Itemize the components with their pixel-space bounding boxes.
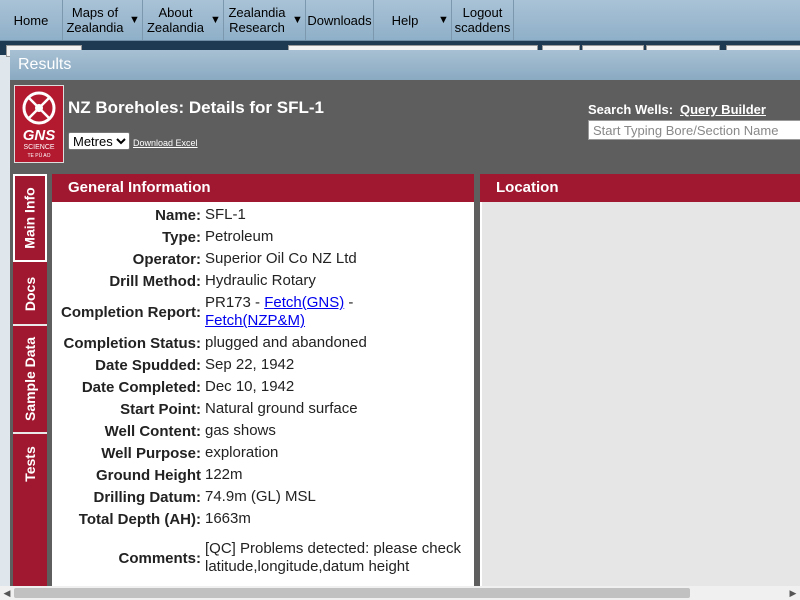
general-information-heading: General Information (52, 174, 474, 202)
tab-docs-label: Docs (22, 276, 39, 312)
row-value: Petroleum (205, 228, 274, 245)
row-key: Well Purpose: (101, 444, 201, 462)
vertical-tabs: Main Info Docs Sample Data Tests (13, 174, 47, 590)
info-row-total-depth: Total Depth (AH): 1663m (52, 508, 472, 530)
location-heading: Location (480, 174, 800, 202)
tab-sample-data[interactable]: Sample Data (13, 326, 47, 432)
tab-tests-label: Tests (22, 446, 39, 482)
row-key: Comments: (118, 549, 201, 567)
row-key: Type: (162, 228, 201, 246)
row-key: Operator: (132, 250, 201, 268)
nav-research-dropdown-icon[interactable]: ▼ (290, 0, 306, 40)
row-value: [QC] Problems detected: please check lat… (205, 540, 461, 575)
info-row-date-completed: Date Completed: Dec 10, 1942 (52, 376, 472, 398)
row-key: Drilling Datum: (93, 488, 202, 506)
nav-about-zealandia[interactable]: About Zealandia (143, 0, 208, 40)
nav-maps-dropdown-icon[interactable]: ▼ (127, 0, 143, 40)
nav-logout[interactable]: Logout scaddens (452, 0, 514, 40)
scroll-left-icon[interactable]: ◀ (0, 586, 14, 600)
fetch-gns-link[interactable]: Fetch(GNS) (264, 294, 344, 311)
tab-main-info[interactable]: Main Info (13, 174, 47, 262)
row-value: Superior Oil Co NZ Ltd (205, 250, 357, 267)
results-title: Results (10, 50, 800, 80)
row-key: Ground Height (96, 466, 201, 484)
units-select[interactable]: Metres (68, 132, 130, 150)
row-key: Total Depth (AH): (78, 510, 201, 528)
page-title: NZ Boreholes: Details for SFL-1 (68, 98, 324, 117)
location-map-area[interactable] (482, 202, 800, 590)
query-builder-link[interactable]: Query Builder (680, 102, 766, 117)
report-number: PR173 - (205, 294, 261, 311)
tab-docs[interactable]: Docs (13, 264, 47, 324)
results-header: GNS SCIENCE TE PŪ AO NZ Boreholes: Detai… (10, 80, 800, 168)
nav-home[interactable]: Home (0, 0, 63, 40)
search-wells-input[interactable] (588, 120, 800, 140)
link-separator: - (344, 294, 354, 311)
row-value: 1663m (205, 510, 251, 527)
fetch-nzpm-link[interactable]: Fetch(NZP&M) (205, 312, 305, 329)
info-row-operator: Operator: Superior Oil Co NZ Ltd (52, 248, 472, 270)
info-row-comments: Comments: [QC] Problems detected: please … (52, 530, 472, 586)
row-value: SFL-1 (205, 206, 246, 223)
row-key: Start Point: (120, 400, 201, 418)
info-row-date-spudded: Date Spudded: Sep 22, 1942 (52, 354, 472, 376)
scroll-right-icon[interactable]: ▶ (786, 586, 800, 600)
nav-maps-of-zealandia[interactable]: Maps of Zealandia (63, 0, 127, 40)
row-value: Natural ground surface (205, 400, 358, 417)
results-window: Results GNS SCIENCE TE PŪ AO NZ Borehole… (10, 50, 800, 590)
logo-sub: SCIENCE (23, 144, 54, 151)
row-value: 122m (205, 466, 243, 483)
row-key: Completion Report: (61, 303, 201, 321)
row-value: plugged and abandoned (205, 334, 367, 351)
logo-tag: TE PŪ AO (27, 152, 50, 159)
row-value: Hydraulic Rotary (205, 272, 316, 289)
info-row-drill-method: Drill Method: Hydraulic Rotary (52, 270, 472, 292)
row-value: PR173 - Fetch(GNS) - Fetch(NZP&M) (205, 294, 472, 330)
logo-text: GNS (23, 127, 56, 144)
scrollbar-thumb[interactable] (14, 588, 690, 598)
row-value: Sep 22, 1942 (205, 356, 295, 373)
location-panel: Location (480, 174, 800, 590)
row-value: gas shows (205, 422, 276, 439)
row-value: 74.9m (GL) MSL (205, 488, 316, 505)
info-row-completion-report: Completion Report: PR173 - Fetch(GNS) - … (52, 292, 472, 332)
row-key: Name: (155, 206, 201, 224)
horizontal-scrollbar[interactable]: ◀ ▶ (0, 586, 800, 600)
general-information-panel: General Information Name: SFL-1 Type: Petr… (52, 174, 474, 590)
info-row-well-content: Well Content: gas shows (52, 420, 472, 442)
row-value: exploration (205, 444, 279, 461)
row-key: Date Completed: (81, 378, 201, 396)
info-row-type: Type: Petroleum (52, 226, 472, 248)
download-excel-link[interactable]: Download Excel (133, 138, 198, 148)
info-row-name: Name: SFL-1 (52, 204, 472, 226)
info-row-well-purpose: Well Purpose: exploration (52, 442, 472, 464)
row-key: Well Content: (104, 422, 201, 440)
gns-logo: GNS SCIENCE TE PŪ AO (14, 85, 64, 163)
nav-help[interactable]: Help (374, 0, 436, 40)
tab-sample-data-label: Sample Data (22, 336, 39, 422)
info-row-drilling-datum: Drilling Datum: 74.9m (GL) MSL (52, 486, 472, 508)
nav-help-dropdown-icon[interactable]: ▼ (436, 0, 452, 40)
row-value: Dec 10, 1942 (205, 378, 295, 395)
nav-zealandia-research[interactable]: Zealandia Research (224, 0, 290, 40)
tab-main-info-label: Main Info (22, 187, 38, 249)
row-key: Date Spudded: (95, 356, 201, 374)
row-key: Drill Method: (109, 272, 201, 290)
nav-about-dropdown-icon[interactable]: ▼ (208, 0, 224, 40)
row-key: Completion Status: (63, 334, 202, 352)
info-row-ground-height: Ground Height 122m (52, 464, 472, 486)
top-nav: Home Maps of Zealandia ▼ About Zealandia… (0, 0, 800, 41)
info-table: Name: SFL-1 Type: Petroleum Operator: Super… (52, 204, 472, 586)
search-wells-label: Search Wells: (588, 102, 674, 117)
info-row-completion-status: Completion Status: plugged and abandoned (52, 332, 472, 354)
tab-tests[interactable]: Tests (13, 434, 47, 494)
nav-downloads[interactable]: Downloads (306, 0, 374, 40)
info-row-start-point: Start Point: Natural ground surface (52, 398, 472, 420)
